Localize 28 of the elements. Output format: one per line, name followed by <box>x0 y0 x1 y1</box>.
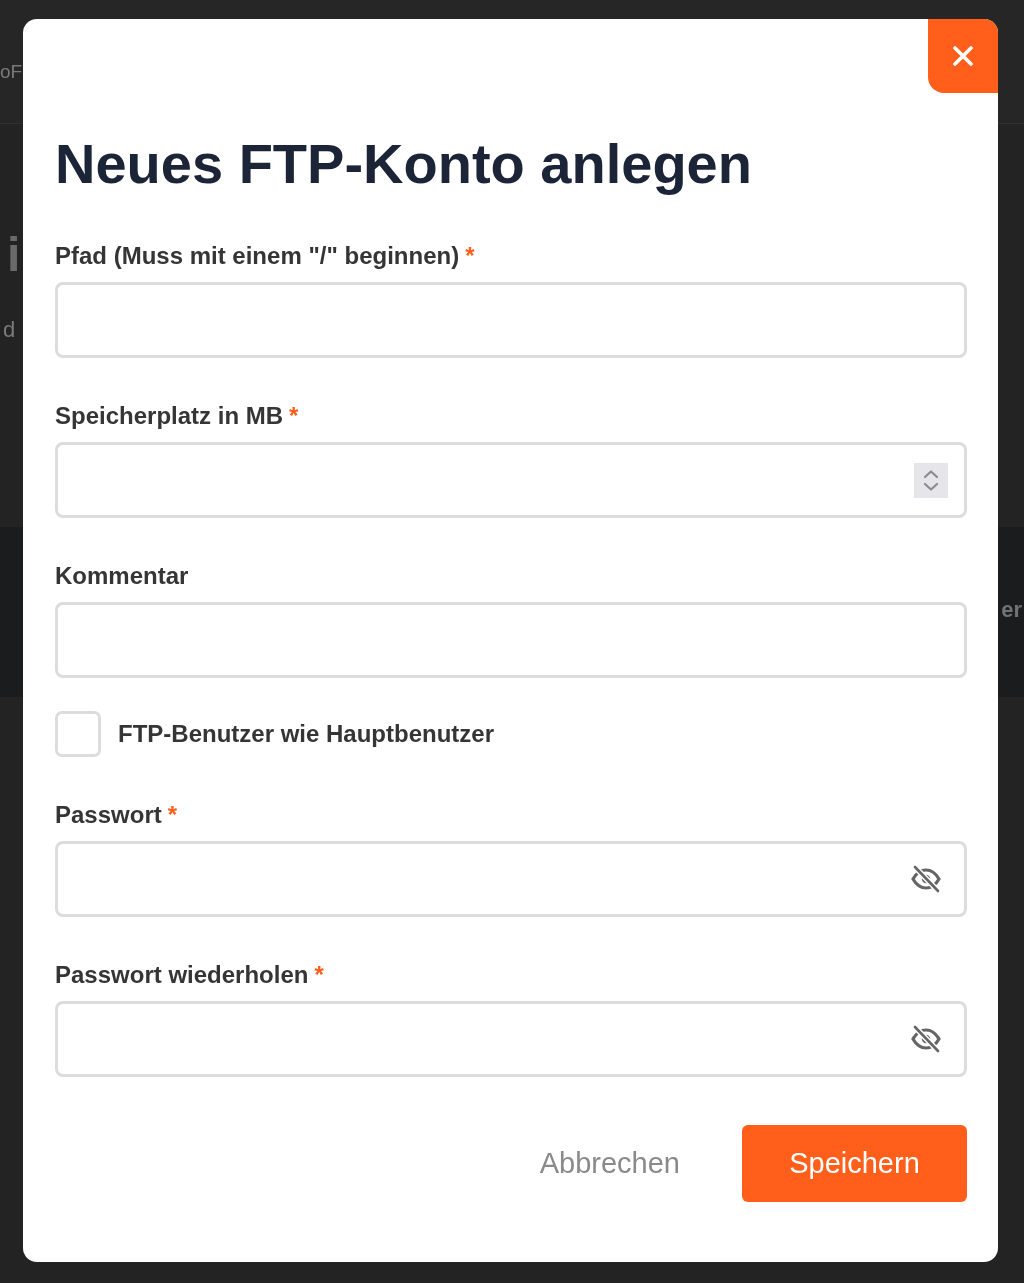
required-mark: * <box>314 961 324 988</box>
close-button[interactable] <box>928 19 998 93</box>
eye-slash-icon[interactable] <box>911 865 941 893</box>
field-label: Passwort <box>55 801 162 828</box>
paragraph-text: d <box>3 316 16 344</box>
field-label: Kommentar <box>55 562 189 589</box>
field-label: Speicherplatz in MB <box>55 402 284 429</box>
eye-slash-icon[interactable] <box>911 1025 941 1053</box>
required-mark: * <box>465 242 475 269</box>
spinner-icon[interactable] <box>914 462 948 498</box>
required-mark: * <box>167 801 178 828</box>
checkbox-label[interactable]: FTP-Benutzer wie Hauptbenutzer <box>118 719 495 749</box>
field-label: Pfad (Muss mit einem "/" beginnen) <box>55 242 460 269</box>
heading-text: i <box>7 227 21 283</box>
checkbox[interactable] <box>55 711 101 757</box>
text-field[interactable] <box>55 282 967 358</box>
number-field[interactable] <box>55 442 967 518</box>
nav-text: oF <box>0 60 23 84</box>
band-text: er <box>1001 596 1022 624</box>
dialog-title: Neues FTP-Konto anlegen <box>55 133 753 195</box>
save-button[interactable]: Speichern <box>742 1125 967 1202</box>
text-field[interactable] <box>55 602 967 678</box>
field-label: Passwort wiederholen <box>55 961 309 988</box>
password-field[interactable] <box>55 841 967 917</box>
cancel-button[interactable]: Abbrechen <box>509 1125 710 1202</box>
required-mark: * <box>289 402 299 429</box>
password-field[interactable] <box>55 1001 967 1077</box>
close-icon <box>953 46 973 66</box>
